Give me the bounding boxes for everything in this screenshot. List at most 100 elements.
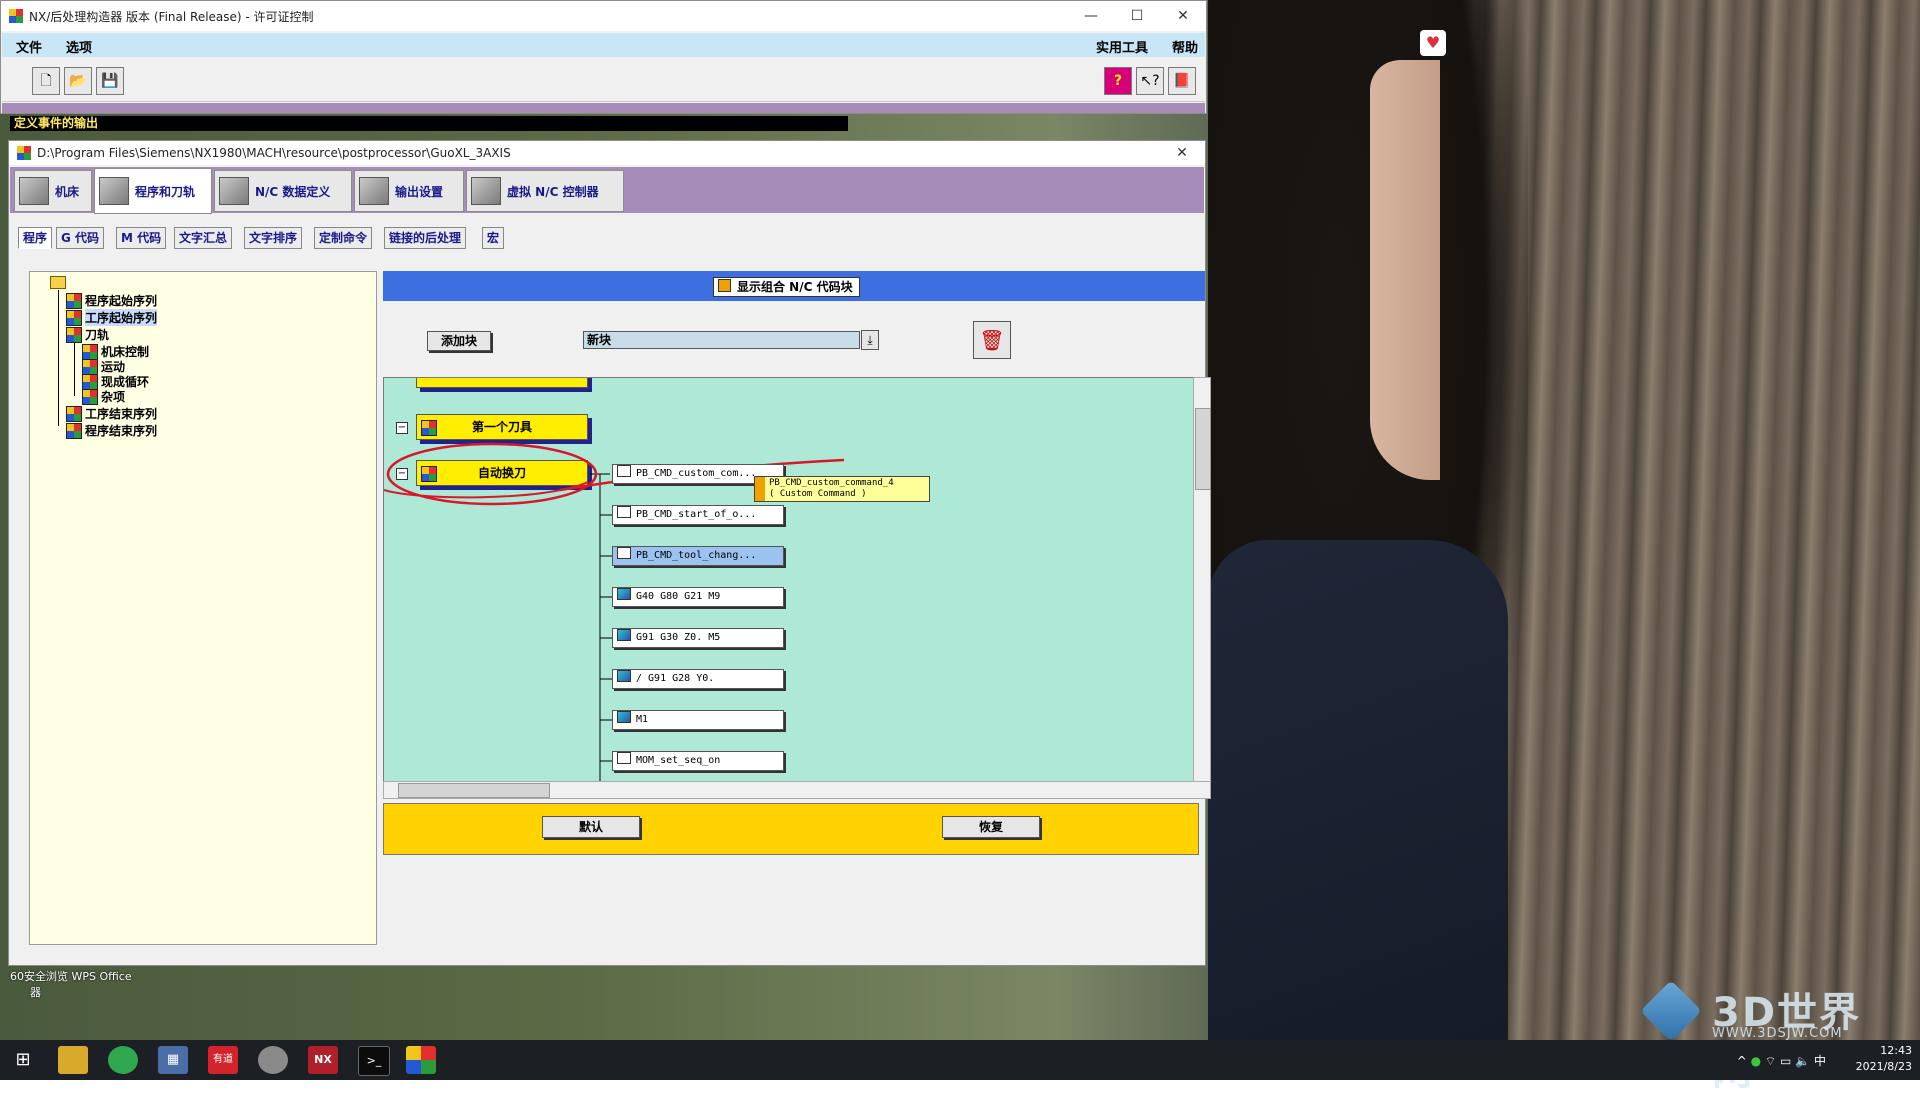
- tray-icons[interactable]: ^ ● ⌔ ▭ 🔈 中: [1737, 1052, 1826, 1069]
- clock-date: 2021/8/23: [1855, 1060, 1912, 1073]
- battery-icon[interactable]: ▭: [1780, 1054, 1791, 1068]
- scroll-thumb[interactable]: [398, 783, 550, 798]
- horizontal-scrollbar[interactable]: [383, 781, 1211, 799]
- connector-lines: [384, 442, 845, 782]
- clock-time: 12:43: [1880, 1044, 1912, 1057]
- tab-label: 虚拟 N/C 控制器: [507, 184, 599, 199]
- menu-options[interactable]: 选项: [66, 37, 92, 56]
- app-icon: [17, 146, 31, 160]
- block-g91-g28[interactable]: / G91 G28 Y0.: [612, 669, 784, 689]
- tab-output-settings[interactable]: 输出设置: [354, 170, 464, 212]
- help-balloon-icon[interactable]: ?: [1104, 67, 1132, 95]
- tab-virtual-nc[interactable]: 虚拟 N/C 控制器: [466, 170, 624, 212]
- subtab-custom-command[interactable]: 定制命令: [314, 227, 373, 249]
- block-g40[interactable]: G40 G80 G21 M9: [612, 587, 784, 607]
- command-icon: [617, 506, 631, 518]
- subtab-word-summary[interactable]: 文字汇总: [174, 227, 233, 249]
- save-icon[interactable]: 💾: [96, 67, 124, 95]
- windows-icon[interactable]: ⊞: [8, 1046, 38, 1074]
- tree-root-folder-icon[interactable]: [50, 276, 66, 289]
- nc-block-icon: [617, 670, 631, 682]
- block-label: MOM_set_seq_on: [636, 755, 721, 766]
- tooltip-line-1: PB_CMD_custom_command_4: [769, 478, 894, 488]
- checkbox-label: 显示组合 N/C 代码块: [737, 280, 853, 294]
- ime-indicator[interactable]: 中: [1814, 1054, 1826, 1068]
- tree-item-label: 程序结束序列: [85, 424, 158, 438]
- dropdown-arrow-icon[interactable]: ⤓: [861, 330, 879, 350]
- tree-item-operation-end[interactable]: 工序结束序列: [66, 405, 157, 422]
- tree-item-operation-start[interactable]: 工序起始序列: [66, 309, 158, 326]
- desktop-shirt-icon[interactable]: ♥: [1420, 30, 1446, 56]
- block-g91-g30[interactable]: G91 G30 Z0. M5: [612, 628, 784, 648]
- network-icon[interactable]: ⌔: [1765, 1054, 1776, 1068]
- close-icon[interactable]: ✕: [1159, 145, 1205, 161]
- main-titlebar[interactable]: NX/后处理构造器 版本 (Final Release) - 许可证控制 — ☐…: [1, 1, 1206, 31]
- desktop-shortcut-labels[interactable]: 60安全浏览 WPS Office 器: [10, 968, 132, 1000]
- tab-nc-data[interactable]: N/C 数据定义: [214, 170, 352, 212]
- sub-tab-bar: 程序 G 代码 M 代码 文字汇总 文字排序 定制命令 链接的后处理 宏: [10, 227, 1204, 249]
- child-titlebar[interactable]: D:\Program Files\Siemens\NX1980\MACH\res…: [9, 141, 1205, 165]
- scroll-thumb[interactable]: [1195, 408, 1211, 490]
- main-window: NX/后处理构造器 版本 (Final Release) - 许可证控制 — ☐…: [0, 0, 1207, 114]
- minimize-icon[interactable]: —: [1068, 8, 1114, 24]
- sequence-tree: 程序起始序列 工序起始序列 刀轨 机床控制 运动 现成循环 杂项 工序结束序列 …: [29, 271, 377, 945]
- tree-item-program-end[interactable]: 程序结束序列: [66, 422, 157, 439]
- tab-machine[interactable]: 机床: [14, 170, 92, 212]
- subtab-program[interactable]: 程序: [18, 227, 53, 249]
- menu-file[interactable]: 文件: [16, 37, 42, 56]
- block-m1[interactable]: M1: [612, 710, 784, 730]
- show-combined-nc-checkbox[interactable]: 显示组合 N/C 代码块: [713, 277, 860, 297]
- manual-book-icon[interactable]: 📕: [1168, 67, 1196, 95]
- default-button[interactable]: 默认: [542, 816, 640, 838]
- subtab-g-code[interactable]: G 代码: [56, 227, 105, 249]
- main-tab-bar: 机床 程序和刀轨 N/C 数据定义 输出设置 虚拟 N/C 控制器: [10, 167, 1204, 214]
- new-block-select[interactable]: 新块: [583, 331, 860, 349]
- tree-item-toolpath[interactable]: 刀轨: [66, 326, 109, 343]
- block-start-of-operation[interactable]: PB_CMD_start_of_o...: [612, 505, 784, 525]
- context-help-icon[interactable]: ↖?: [1136, 67, 1164, 95]
- add-block-button[interactable]: 添加块: [427, 331, 491, 351]
- block-tool-change[interactable]: PB_CMD_tool_chang...: [612, 546, 784, 566]
- watermark-logo: [1640, 980, 1702, 1042]
- event-canvas[interactable]: − 第一个刀具 − 自动换刀 PB_CMD_custom_com... PB_C…: [383, 377, 1195, 783]
- toolbar: 🗋 📂 💾 ? ↖? 📕: [2, 59, 1205, 102]
- tree-item-misc[interactable]: 杂项: [82, 388, 125, 405]
- tree-item-program-start[interactable]: 程序起始序列: [66, 292, 157, 309]
- subtab-linked-posts[interactable]: 链接的后处理: [384, 227, 467, 249]
- block-set-seq-on[interactable]: MOM_set_seq_on: [612, 751, 784, 771]
- block-label: / G91 G28 Y0.: [636, 673, 715, 684]
- tab-program-toolpath[interactable]: 程序和刀轨: [94, 168, 212, 214]
- restore-button[interactable]: 恢复: [942, 816, 1040, 838]
- browser-icon[interactable]: [108, 1046, 138, 1074]
- tree-item-label: 工序起始序列: [85, 309, 158, 326]
- calculator-icon[interactable]: ▦: [158, 1046, 188, 1074]
- wechat-icon[interactable]: ●: [1751, 1054, 1761, 1068]
- subtab-word-sequence[interactable]: 文字排序: [244, 227, 303, 249]
- open-file-icon[interactable]: 📂: [64, 67, 92, 95]
- block-label: PB_CMD_start_of_o...: [636, 509, 757, 520]
- chevron-up-icon[interactable]: ^: [1737, 1054, 1747, 1068]
- nc-data-icon: [219, 177, 249, 205]
- maximize-icon[interactable]: ☐: [1114, 8, 1160, 24]
- printer-icon: [359, 177, 389, 205]
- tooltip-line-2: ( Custom Command ): [769, 489, 867, 499]
- terminal-icon[interactable]: >_: [358, 1046, 390, 1076]
- vertical-scrollbar[interactable]: [1193, 377, 1211, 783]
- explorer-icon[interactable]: [58, 1046, 88, 1074]
- menu-help[interactable]: 帮助: [1172, 37, 1198, 56]
- nx-icon[interactable]: NX: [308, 1046, 338, 1074]
- close-icon[interactable]: ✕: [1160, 8, 1206, 24]
- postbuilder-icon[interactable]: [406, 1046, 436, 1074]
- volume-icon[interactable]: 🔈: [1795, 1054, 1810, 1068]
- tree-trunk: [1460, 0, 1920, 1040]
- menu-utilities[interactable]: 实用工具: [1096, 37, 1148, 56]
- new-file-icon[interactable]: 🗋: [32, 67, 60, 95]
- paint-icon[interactable]: [258, 1046, 288, 1074]
- subtab-m-code[interactable]: M 代码: [116, 227, 167, 249]
- trash-icon[interactable]: 🗑: [973, 321, 1011, 359]
- command-icon: [617, 752, 631, 764]
- youdao-icon[interactable]: 有道: [208, 1046, 238, 1074]
- clock[interactable]: 12:43 2021/8/23: [1832, 1043, 1912, 1075]
- subtab-macro[interactable]: 宏: [482, 227, 505, 249]
- tab-label: N/C 数据定义: [255, 184, 331, 199]
